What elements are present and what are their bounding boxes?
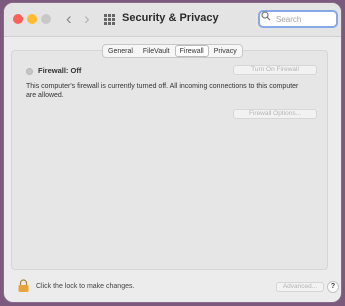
turn-on-firewall-button[interactable]: Turn On Firewall: [233, 65, 317, 75]
tab-bar: General FileVault Firewall Privacy: [102, 44, 243, 58]
chevron-left-icon[interactable]: ‹: [66, 9, 72, 29]
help-icon[interactable]: ?: [327, 281, 339, 293]
window-title: Security & Privacy: [122, 12, 219, 24]
chevron-right-icon[interactable]: ›: [84, 9, 90, 29]
tab-general[interactable]: General: [103, 45, 138, 57]
advanced-button[interactable]: Advanced...: [276, 282, 324, 292]
search-icon: [261, 11, 271, 21]
tab-firewall[interactable]: Firewall: [174, 45, 209, 57]
lock-icon[interactable]: [18, 279, 29, 292]
minimize-icon[interactable]: [27, 14, 37, 24]
grid-icon[interactable]: [104, 14, 115, 25]
firewall-description: This computer's firewall is currently tu…: [26, 83, 299, 99]
status-dot-icon: [26, 68, 33, 75]
close-icon[interactable]: [13, 14, 23, 24]
firewall-options-button[interactable]: Firewall Options...: [233, 109, 317, 119]
firewall-status-label: Firewall: Off: [38, 66, 82, 75]
zoom-icon[interactable]: [41, 14, 51, 24]
lock-hint-text: Click the lock to make changes.: [36, 283, 135, 290]
tab-filevault[interactable]: FileVault: [138, 45, 175, 57]
tab-privacy[interactable]: Privacy: [209, 45, 242, 57]
